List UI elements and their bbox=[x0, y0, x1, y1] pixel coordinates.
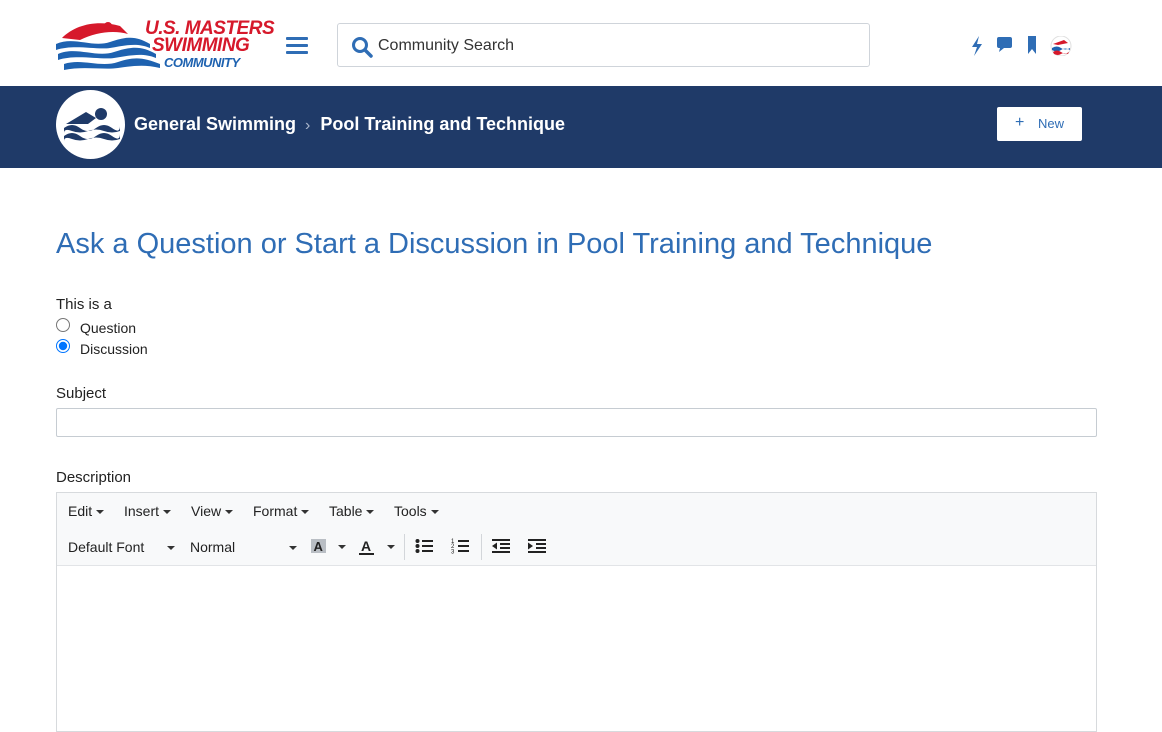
user-avatar-icon[interactable] bbox=[1050, 36, 1072, 56]
editor-toolbar: Default Font Normal A A 1 2 3 bbox=[57, 528, 1096, 566]
svg-text:A: A bbox=[314, 539, 324, 554]
bullet-list-icon bbox=[415, 539, 433, 553]
caret-down-icon bbox=[163, 510, 172, 515]
outdent-icon bbox=[492, 539, 510, 553]
radio-question[interactable] bbox=[56, 318, 70, 332]
svg-text:A: A bbox=[361, 538, 371, 554]
menu-edit[interactable]: Edit bbox=[68, 503, 105, 519]
breadcrumb: General Swimming › Pool Training and Techn… bbox=[134, 114, 565, 135]
menu-insert[interactable]: Insert bbox=[124, 503, 172, 519]
chevron-right-icon: › bbox=[305, 117, 311, 134]
page-title: Ask a Question or Start a Discussion in … bbox=[56, 228, 933, 260]
caret-down-icon bbox=[301, 510, 310, 515]
search-icon[interactable] bbox=[351, 36, 373, 58]
radio-discussion[interactable] bbox=[56, 339, 70, 353]
top-header: U.S. MASTERS SWIMMING COMMUNITY Communit… bbox=[0, 0, 1162, 86]
group-banner: General Swimming › Pool Training and Techn… bbox=[0, 86, 1162, 168]
search-input[interactable]: Community Search bbox=[378, 37, 514, 55]
description-label: Description bbox=[56, 469, 132, 486]
menu-format[interactable]: Format bbox=[253, 503, 310, 519]
caret-down-icon bbox=[96, 510, 105, 515]
menu-insert-label: Insert bbox=[124, 503, 160, 519]
numbered-list-button[interactable]: 1 2 3 bbox=[451, 537, 469, 557]
highlight-color-button[interactable]: A bbox=[311, 537, 349, 557]
menu-view[interactable]: View bbox=[191, 503, 234, 519]
editor-menubar: Edit Insert View Format Table Tools bbox=[57, 493, 1096, 529]
text-color-icon: A bbox=[359, 538, 395, 555]
breadcrumb-general-swimming[interactable]: General Swimming bbox=[134, 114, 296, 134]
logo-text-swimming: SWIMMING bbox=[152, 35, 250, 56]
swimmer-icon bbox=[64, 108, 120, 141]
caret-down-icon bbox=[167, 546, 175, 550]
breadcrumb-pool-training[interactable]: Pool Training and Technique bbox=[320, 114, 565, 134]
hamburger-menu-icon[interactable] bbox=[286, 37, 308, 55]
lightning-icon[interactable] bbox=[971, 36, 983, 56]
toolbar-divider bbox=[481, 534, 482, 560]
highlight-color-icon: A bbox=[311, 539, 346, 554]
plus-icon: + bbox=[1015, 114, 1025, 131]
caret-down-icon bbox=[430, 510, 439, 515]
usms-community-logo[interactable]: U.S. MASTERS SWIMMING COMMUNITY bbox=[56, 18, 275, 72]
menu-tools-label: Tools bbox=[394, 503, 427, 519]
outdent-button[interactable] bbox=[492, 537, 510, 557]
new-button-label: New bbox=[1038, 116, 1065, 131]
text-color-button[interactable]: A bbox=[359, 537, 397, 557]
new-post-button[interactable]: + New bbox=[997, 107, 1082, 141]
indent-button[interactable] bbox=[528, 537, 546, 557]
svg-text:3: 3 bbox=[451, 550, 455, 556]
menu-table-label: Table bbox=[329, 503, 363, 519]
bookmark-icon[interactable] bbox=[1027, 36, 1037, 54]
menu-view-label: View bbox=[191, 503, 222, 519]
rich-text-editor: Edit Insert View Format Table Tools Defa… bbox=[56, 492, 1097, 732]
subject-label: Subject bbox=[56, 385, 107, 402]
radio-question-label[interactable]: Question bbox=[80, 320, 136, 336]
bullet-list-button[interactable] bbox=[415, 537, 433, 557]
font-family-value: Default Font bbox=[68, 539, 145, 555]
menu-tools[interactable]: Tools bbox=[394, 503, 439, 519]
font-size-value: Normal bbox=[190, 539, 236, 555]
caret-down-icon bbox=[366, 510, 375, 515]
community-search-box[interactable]: Community Search bbox=[337, 23, 870, 67]
chat-bubble-icon[interactable] bbox=[996, 36, 1013, 54]
caret-down-icon bbox=[289, 546, 297, 550]
menu-table[interactable]: Table bbox=[329, 503, 375, 519]
font-size-select[interactable]: Normal bbox=[190, 539, 297, 555]
logo-text-community: COMMUNITY bbox=[164, 55, 240, 70]
radio-discussion-label[interactable]: Discussion bbox=[80, 341, 148, 357]
post-type-label: This is a bbox=[56, 296, 112, 313]
caret-down-icon bbox=[225, 510, 234, 515]
subject-input[interactable] bbox=[56, 408, 1097, 437]
indent-icon bbox=[528, 539, 546, 553]
toolbar-divider bbox=[404, 534, 405, 560]
group-avatar[interactable] bbox=[56, 90, 125, 159]
menu-edit-label: Edit bbox=[68, 503, 93, 519]
font-family-select[interactable]: Default Font bbox=[68, 539, 175, 555]
menu-format-label: Format bbox=[253, 503, 298, 519]
numbered-list-icon: 1 2 3 bbox=[451, 539, 469, 556]
editor-content-area[interactable] bbox=[57, 566, 1096, 731]
